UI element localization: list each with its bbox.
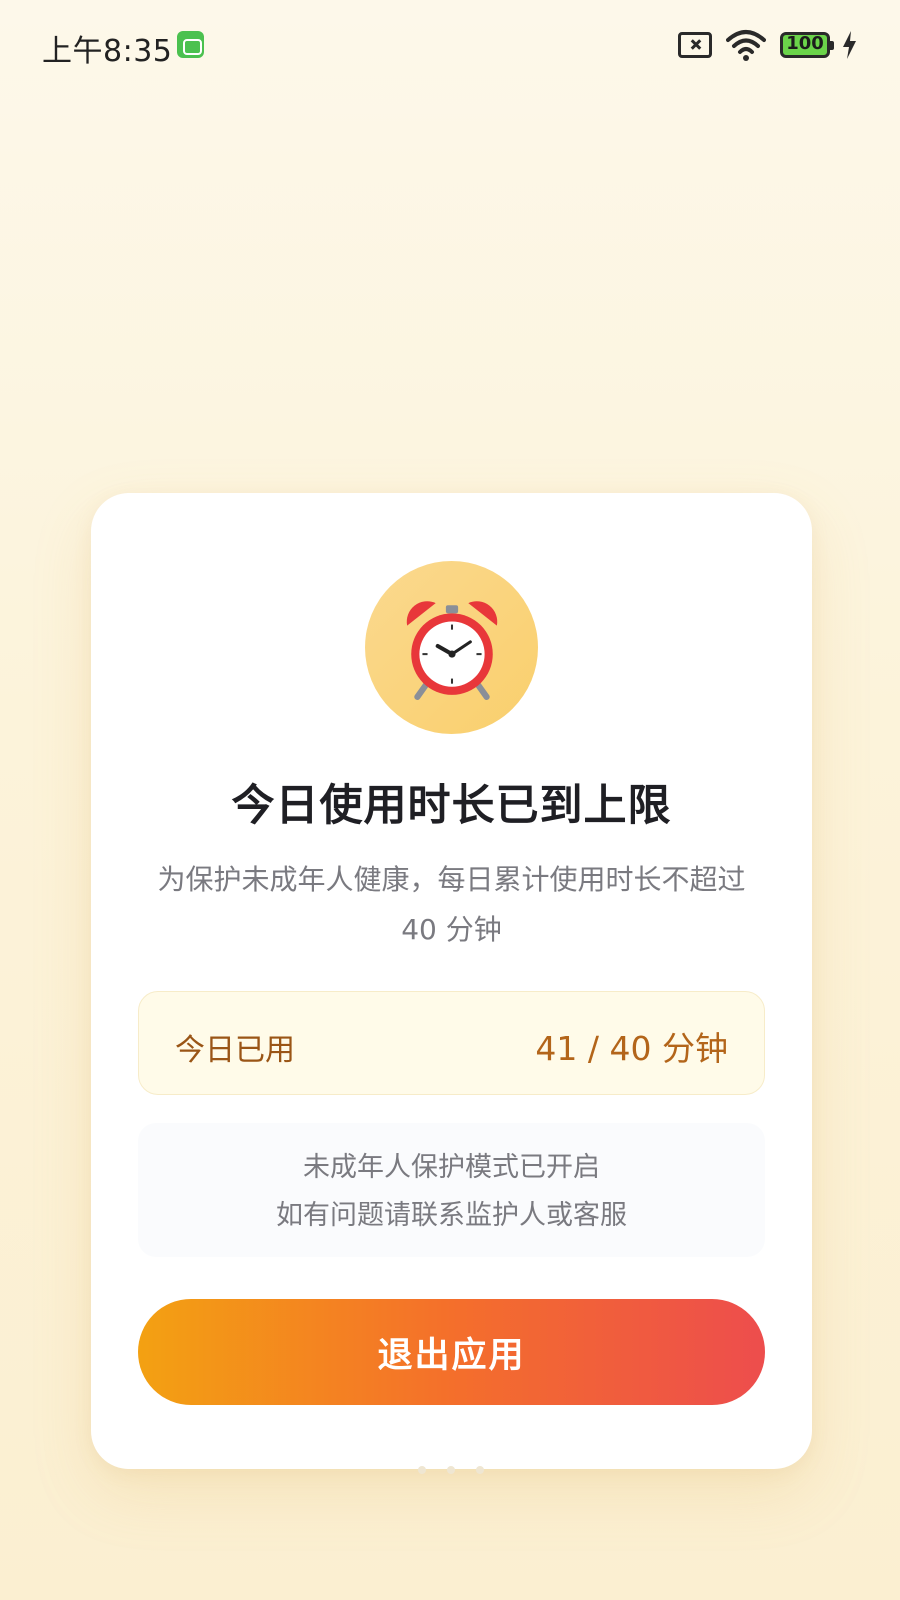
alarm-clock-icon bbox=[406, 601, 498, 700]
notice-line-mode: 未成年人保护模式已开启 bbox=[303, 1152, 600, 1183]
page-dot bbox=[418, 1466, 426, 1474]
limit-title: 今日使用时长已到上限 bbox=[231, 781, 672, 831]
notice-line-contact: 如有问题请联系监护人或客服 bbox=[276, 1200, 627, 1231]
protection-notice: 未成年人保护模式已开启 如有问题请联系监护人或客服 bbox=[138, 1123, 765, 1257]
battery-icon: 100 bbox=[780, 32, 834, 58]
usage-summary: 今日已用 41 / 40 分钟 bbox=[138, 991, 765, 1095]
clock-badge bbox=[365, 561, 538, 734]
status-time: 上午8:35 bbox=[42, 34, 173, 69]
status-bar: 上午8:35 100 bbox=[0, 0, 900, 90]
exit-app-button[interactable]: 退出应用 bbox=[138, 1299, 765, 1405]
no-sim-icon bbox=[678, 32, 712, 58]
usage-label: 今日已用 bbox=[175, 1033, 295, 1068]
battery-level: 100 bbox=[786, 33, 824, 54]
limit-description: 为保护未成年人健康，每日累计使用时长不超过 40 分钟 bbox=[157, 863, 746, 946]
page-indicator bbox=[418, 1466, 484, 1474]
app-notification-icon bbox=[177, 31, 204, 58]
page-dot bbox=[476, 1466, 484, 1474]
usage-value: 41 / 40 分钟 bbox=[535, 1029, 728, 1068]
page-dot bbox=[447, 1466, 455, 1474]
wifi-icon bbox=[726, 30, 766, 61]
charging-icon bbox=[843, 31, 856, 59]
time-limit-card: 今日使用时长已到上限 为保护未成年人健康，每日累计使用时长不超过 40 分钟 今… bbox=[91, 493, 812, 1469]
